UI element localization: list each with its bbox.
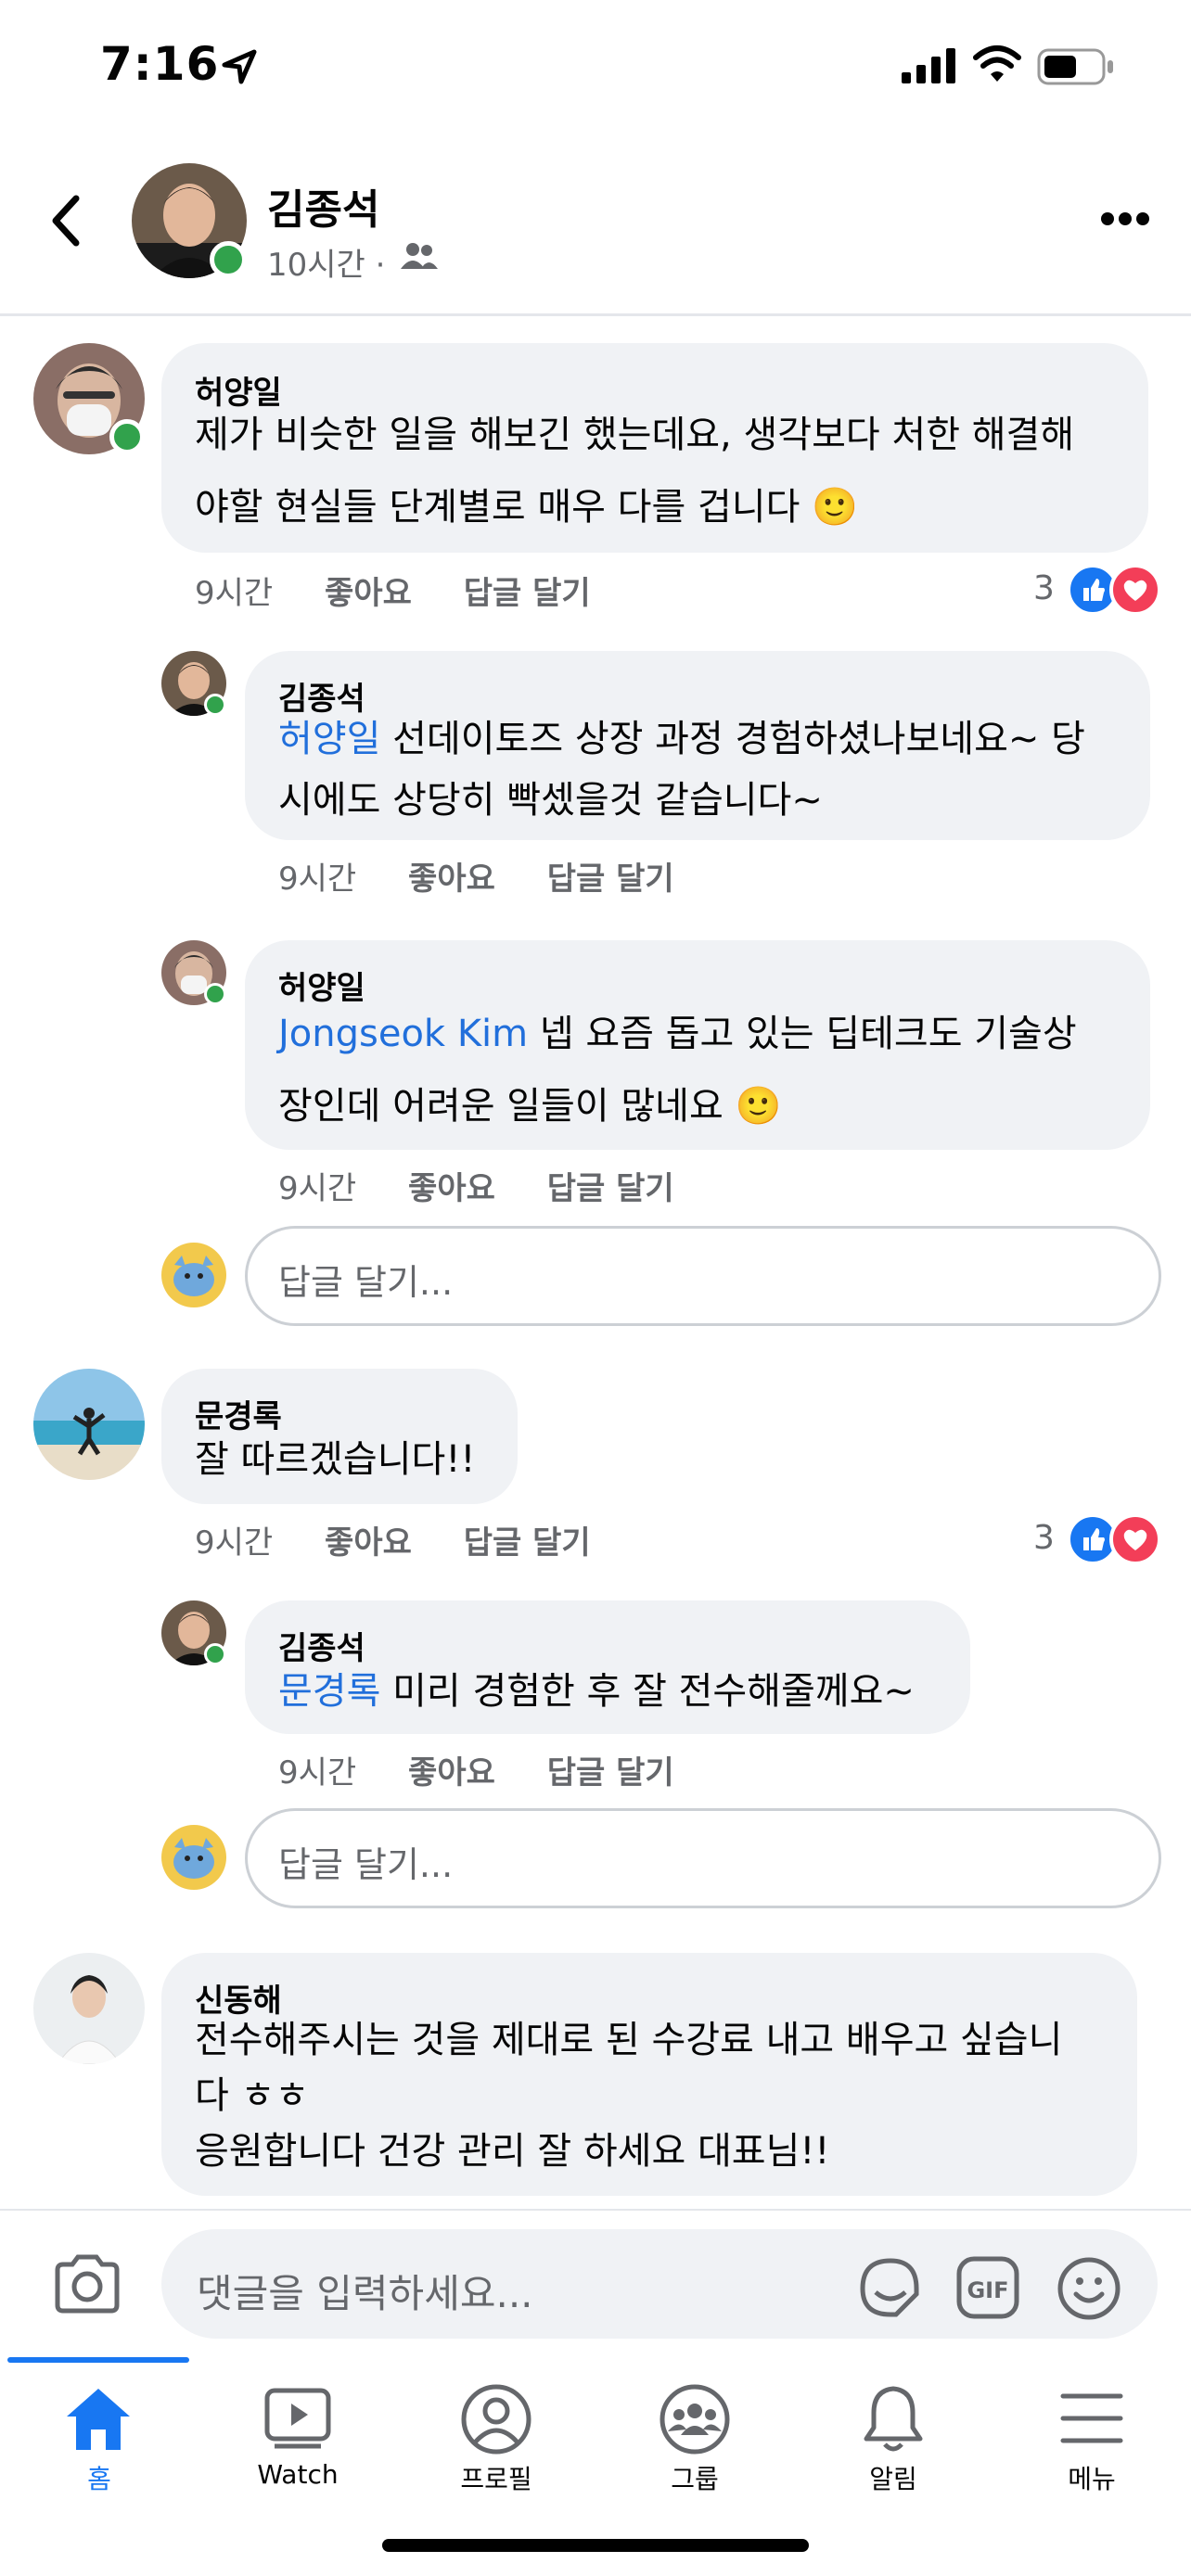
svg-text:GIF: GIF [967, 2277, 1008, 2303]
location-arrow-icon [222, 49, 257, 84]
tab-label: 메뉴 [1068, 2464, 1116, 2494]
reply-input-placeholder: 답글 달기... [278, 1262, 454, 1303]
comment-text: 잘 따르겠습니다!! [195, 1438, 476, 1481]
tab-notifications[interactable]: 알림 [794, 2363, 992, 2502]
reply-time: 9시간 [278, 861, 357, 898]
online-dot [204, 1643, 226, 1665]
reply-input-placeholder: 답글 달기... [278, 1844, 454, 1885]
tab-groups[interactable]: 그룹 [596, 2363, 794, 2502]
mention-link[interactable]: Jongseok Kim [278, 1013, 528, 1055]
mention-link[interactable]: 허양일 [278, 718, 380, 760]
battery-icon [1037, 48, 1113, 85]
reply-actions: 9시간 좋아요 답글 달기 [278, 1747, 715, 1792]
status-time: 7:16 [100, 37, 220, 91]
reply-avatar[interactable] [161, 940, 226, 1005]
menu-icon [1060, 2393, 1123, 2443]
online-dot [204, 983, 226, 1005]
comment-actions: 9시간 좋아요 답글 달기 [195, 1517, 632, 1562]
reply-button[interactable]: 답글 달기 [547, 1754, 674, 1792]
tab-label: 그룹 [671, 2464, 719, 2494]
post-meta: 10시간 · [267, 247, 386, 284]
like-button[interactable]: 좋아요 [325, 575, 412, 612]
header-divider [0, 313, 1191, 316]
post-author-name[interactable]: 김종석 [267, 176, 379, 236]
comment-text: 제가 비슷한 일을 해보긴 했는데요, 생각보다 처한 해결해 야할 현실들 단… [195, 414, 1075, 529]
like-button[interactable]: 좋아요 [408, 1170, 495, 1207]
reaction-count[interactable]: 3 [1033, 569, 1055, 607]
mention-link[interactable]: 문경록 [278, 1670, 380, 1713]
comment-text: 전수해주시는 것을 제대로 된 수강료 내고 배우고 싶습니 다 ㅎㅎ 응원합니… [195, 2019, 1063, 2173]
online-dot [204, 694, 226, 716]
reply-avatar[interactable] [161, 651, 226, 716]
reply-text: 문경록 미리 경험한 후 잘 전수해줄께요~ [278, 1670, 915, 1713]
like-button[interactable]: 좋아요 [408, 1754, 495, 1792]
tab-label: 프로필 [460, 2464, 532, 2494]
tab-home[interactable]: 홈 [0, 2363, 198, 2502]
heart-reaction-icon [1109, 1513, 1161, 1565]
cellular-signal-icon [902, 48, 955, 83]
profile-icon [461, 2384, 531, 2455]
heart-reaction-icon [1109, 564, 1161, 616]
online-dot [109, 419, 145, 454]
audience-friends-icon [401, 243, 438, 269]
comment-time: 9시간 [195, 1524, 274, 1562]
tab-label: 홈 [87, 2464, 111, 2494]
gif-icon[interactable]: GIF [955, 2255, 1020, 2320]
groups-icon [660, 2384, 730, 2455]
wifi-icon [973, 45, 1021, 82]
reply-button[interactable]: 답글 달기 [547, 861, 674, 898]
comment-time: 9시간 [195, 575, 274, 612]
reply-button[interactable]: 답글 달기 [464, 575, 591, 612]
comment-actions: 9시간 좋아요 답글 달기 [195, 567, 632, 613]
reply-time: 9시간 [278, 1754, 357, 1792]
more-icon[interactable] [1100, 210, 1150, 228]
home-indicator [382, 2539, 809, 2552]
like-button[interactable]: 좋아요 [408, 861, 495, 898]
comment-avatar[interactable] [33, 1369, 145, 1480]
comment-bar-divider [0, 2209, 1191, 2211]
tab-menu[interactable]: 메뉴 [992, 2363, 1191, 2502]
reply-time: 9시간 [278, 1170, 357, 1207]
tab-label: Watch [257, 2459, 339, 2490]
comment-avatar[interactable] [33, 1953, 145, 2064]
reply-button[interactable]: 답글 달기 [464, 1524, 591, 1562]
camera-icon[interactable] [52, 2253, 122, 2315]
comment-avatar[interactable] [33, 343, 145, 454]
online-dot [210, 241, 247, 278]
my-avatar [161, 1825, 226, 1890]
bell-icon [864, 2386, 923, 2452]
back-chevron-icon[interactable] [45, 191, 85, 250]
emoji-icon[interactable] [1056, 2255, 1122, 2322]
reply-button[interactable]: 답글 달기 [547, 1170, 674, 1207]
reply-text: 허양일 선데이토즈 상장 과정 경험하셨나보네요~ 당 시에도 상당히 빡셌을것… [278, 718, 1085, 822]
home-icon [67, 2389, 130, 2450]
reply-actions: 9시간 좋아요 답글 달기 [278, 1163, 715, 1208]
tab-label: 알림 [869, 2464, 917, 2494]
comment-input-placeholder: 댓글을 입력하세요... [197, 2271, 533, 2316]
like-button[interactable]: 좋아요 [325, 1524, 412, 1562]
tab-profile[interactable]: 프로필 [397, 2363, 596, 2502]
tab-watch[interactable]: Watch [198, 2363, 397, 2502]
header-avatar[interactable] [132, 163, 247, 280]
my-avatar [161, 1243, 226, 1307]
reply-text: Jongseok Kim 넵 요즘 돕고 있는 딥테크도 기술상 장인데 어려운… [278, 1013, 1077, 1128]
reply-actions: 9시간 좋아요 답글 달기 [278, 853, 715, 899]
sticker-icon[interactable] [855, 2255, 924, 2320]
reply-avatar[interactable] [161, 1600, 226, 1665]
watch-icon [264, 2388, 331, 2449]
reaction-count[interactable]: 3 [1033, 1519, 1055, 1557]
